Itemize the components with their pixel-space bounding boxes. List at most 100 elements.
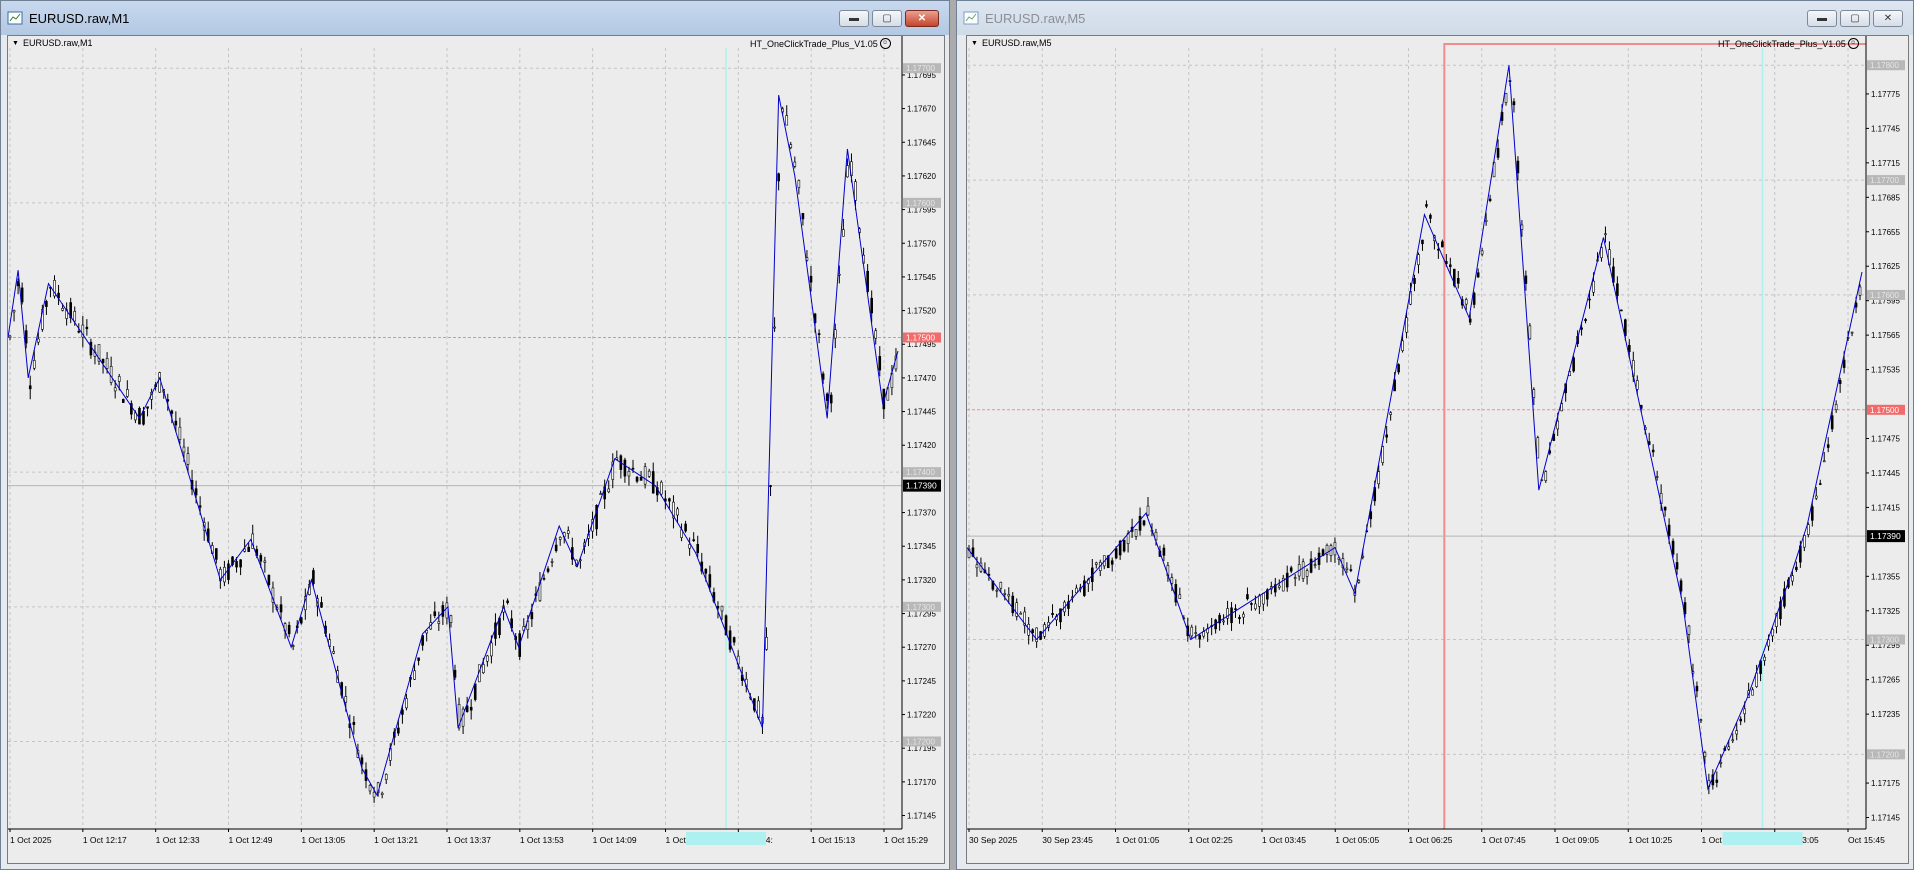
price-tick-label: 1.17445 — [1871, 469, 1900, 478]
chart-window-m5[interactable]: EURUSD.raw,M5 ▬ ▢ ✕ 1.17775 1.17745 1.1771… — [956, 0, 1914, 870]
close-button[interactable]: ✕ — [1873, 10, 1903, 27]
maximize-button[interactable]: ▢ — [872, 10, 902, 27]
minimize-button[interactable]: ▬ — [839, 10, 869, 27]
candle-body — [89, 341, 93, 356]
chart-window-m1[interactable]: EURUSD.raw,M1 ▬ ▢ ✕ 1.17695 1.17670 1.1764… — [0, 0, 950, 870]
candle-body — [635, 476, 639, 482]
candle-body — [101, 359, 105, 364]
candle-body — [109, 366, 113, 383]
candle-body — [113, 387, 117, 392]
candle-body — [1405, 317, 1408, 333]
candle-body — [1110, 560, 1114, 565]
candle-body — [372, 791, 376, 798]
candle-body — [1496, 148, 1500, 158]
time-tick-label: 1 Oct 12:49 — [229, 835, 273, 845]
price-level-tag-label: 1.17500 — [906, 334, 935, 343]
candle-body — [1198, 634, 1202, 640]
candle-body — [445, 602, 449, 619]
candle-body — [1604, 233, 1607, 236]
candle-body — [401, 709, 404, 715]
candle-body — [413, 670, 416, 680]
chart-canvas: 1.17775 1.17745 1.17715 1.17685 1.17655 1.176… — [967, 36, 1905, 845]
level-tag-label: 1.17300 — [906, 603, 935, 612]
candle-body — [1441, 241, 1444, 248]
price-tick-label: 1.17270 — [907, 643, 936, 652]
candle-body — [1572, 357, 1575, 372]
level-tag-label: 1.17600 — [1870, 291, 1899, 300]
candle-body — [215, 548, 218, 560]
price-tick-label: 1.17235 — [1871, 710, 1900, 719]
chart-symbol-label[interactable]: ▼ EURUSD.raw,M1 — [12, 38, 92, 48]
candles — [967, 77, 1862, 795]
candle-body — [1425, 204, 1428, 207]
candle-body — [344, 696, 348, 703]
candle-body — [1830, 415, 1834, 430]
candle-body — [878, 356, 882, 371]
candle-body — [1616, 283, 1619, 297]
price-tick-label: 1.17570 — [907, 239, 936, 248]
time-tick-label: 1 Oct 02:25 — [1189, 835, 1233, 845]
candle-body — [368, 785, 372, 792]
zigzag-line — [8, 95, 899, 797]
price-tick-label: 1.17475 — [1871, 435, 1900, 444]
price-chart[interactable]: 1.17695 1.17670 1.17645 1.17620 1.17595 1.175… — [7, 35, 945, 864]
candle-body — [1162, 547, 1166, 556]
candle-body — [777, 173, 780, 182]
candle-body — [1715, 779, 1719, 783]
candle-body — [299, 617, 303, 624]
chart-symbol-label[interactable]: ▼ EURUSD.raw,M5 — [971, 38, 1051, 48]
candle-body — [829, 394, 833, 404]
time-tick-label: 1 Oct 13:37 — [447, 835, 491, 845]
candle-body — [647, 470, 651, 477]
candle-body — [999, 581, 1003, 589]
candle-body — [170, 410, 174, 414]
candle-body — [449, 615, 453, 623]
price-tick-label: 1.17715 — [1871, 159, 1900, 168]
price-tick-label: 1.17245 — [907, 677, 936, 686]
window-titlebar[interactable]: EURUSD.raw,M1 — [1, 1, 949, 35]
price-tick-label: 1.17655 — [1871, 228, 1900, 237]
price-tick-label: 1.17685 — [1871, 193, 1900, 202]
candle-body — [380, 792, 384, 796]
maximize-icon: ▢ — [882, 13, 892, 24]
smiley-icon: ☺ — [879, 38, 891, 49]
candle-body — [1246, 594, 1249, 600]
candle-body — [1675, 562, 1679, 570]
price-tick-label: 1.17415 — [1871, 503, 1900, 512]
level-tag-label: 1.17600 — [906, 199, 935, 208]
window-titlebar[interactable]: EURUSD.raw,M5 — [957, 1, 1913, 35]
candle-body — [797, 180, 801, 188]
candle-body — [1114, 548, 1118, 559]
candle-body — [332, 651, 335, 654]
candle-body — [817, 333, 821, 336]
maximize-button[interactable]: ▢ — [1840, 10, 1870, 27]
candle-body — [1735, 730, 1739, 735]
close-icon: ✕ — [917, 13, 927, 24]
candle-body — [1838, 380, 1842, 384]
price-tick-label: 1.17670 — [907, 105, 936, 114]
candle-body — [1671, 540, 1675, 555]
level-tag-label: 1.17700 — [1870, 176, 1899, 185]
close-button[interactable]: ✕ — [905, 10, 939, 27]
candle-body — [1763, 656, 1766, 661]
price-tick-label: 1.17620 — [907, 172, 936, 181]
price-tick-label: 1.17370 — [907, 509, 936, 518]
candle-body — [1429, 214, 1432, 219]
minimize-button[interactable]: ▬ — [1807, 10, 1837, 27]
candle-body — [1449, 264, 1452, 268]
candle-body — [239, 559, 242, 568]
candle-body — [1588, 298, 1591, 301]
candle-body — [1242, 613, 1245, 618]
expert-advisor-label[interactable]: HT_OneClickTrade_Plus_V1.05 ☺ — [1718, 38, 1859, 49]
candle-body — [1484, 219, 1488, 222]
price-chart[interactable]: 1.17775 1.17745 1.17715 1.17685 1.17655 1.176… — [966, 35, 1909, 864]
candle-body — [668, 498, 671, 502]
candle-body — [1810, 506, 1814, 521]
chart-window-icon — [7, 11, 23, 25]
candle-body — [1536, 437, 1540, 459]
price-tick-label: 1.17535 — [1871, 366, 1900, 375]
candle-body — [1170, 577, 1174, 584]
candle-body — [1305, 570, 1309, 577]
expert-advisor-label[interactable]: HT_OneClickTrade_Plus_V1.05 ☺ — [750, 38, 891, 49]
price-tick-label: 1.17745 — [1871, 124, 1900, 133]
